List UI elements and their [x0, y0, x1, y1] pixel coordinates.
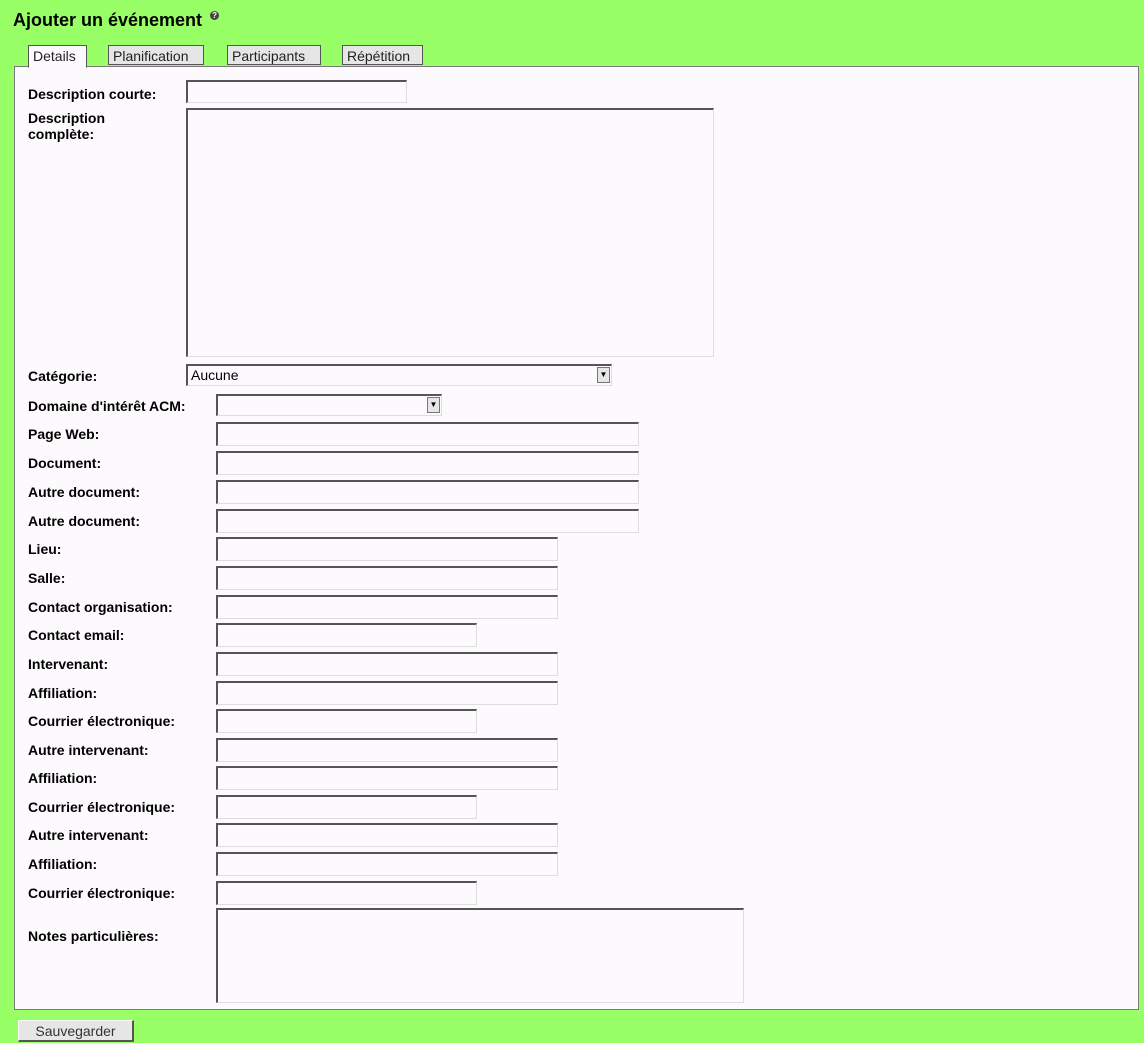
short-description-input[interactable]	[186, 80, 407, 103]
full-description-textarea[interactable]	[186, 108, 714, 357]
category-label: Catégorie:	[28, 368, 98, 384]
full-description-label-line1: Description	[28, 110, 106, 126]
save-button[interactable]: Sauvegarder	[18, 1020, 134, 1042]
category-selected-value: Aucune	[191, 367, 239, 383]
other-document2-input[interactable]	[216, 509, 639, 533]
page-title: Ajouter un événement ?	[13, 10, 220, 31]
contact-email-input[interactable]	[216, 623, 477, 647]
email3-input[interactable]	[216, 881, 477, 905]
other-document-input[interactable]	[216, 480, 639, 504]
contact-email-label: Contact email:	[28, 627, 125, 643]
notes-label: Notes particulières:	[28, 928, 159, 944]
web-page-label: Page Web:	[28, 426, 100, 442]
email-input[interactable]	[216, 709, 477, 733]
tab-details[interactable]: Details	[28, 45, 87, 68]
tab-planification[interactable]: Planification	[108, 45, 204, 65]
affiliation2-input[interactable]	[216, 766, 558, 790]
full-description-label-line2: complète:	[28, 126, 95, 142]
speaker-input[interactable]	[216, 652, 558, 676]
other-document-label: Autre document:	[28, 484, 140, 500]
other-speaker2-input[interactable]	[216, 823, 558, 847]
speaker-label: Intervenant:	[28, 656, 109, 672]
affiliation-label: Affiliation:	[28, 685, 98, 701]
chevron-down-icon: ▼	[597, 367, 610, 383]
affiliation-input[interactable]	[216, 681, 558, 705]
place-input[interactable]	[216, 537, 558, 561]
affiliation3-input[interactable]	[216, 852, 558, 876]
chevron-down-icon: ▼	[427, 397, 440, 413]
email2-label: Courrier électronique:	[28, 799, 176, 815]
room-input[interactable]	[216, 566, 558, 590]
help-icon[interactable]: ?	[210, 11, 220, 20]
other-speaker-label: Autre intervenant:	[28, 742, 149, 758]
room-label: Salle:	[28, 570, 66, 586]
email-label: Courrier électronique:	[28, 713, 176, 729]
tab-repetition[interactable]: Répétition	[342, 45, 423, 65]
contact-org-input[interactable]	[216, 595, 558, 619]
document-label: Document:	[28, 455, 102, 471]
affiliation3-label: Affiliation:	[28, 856, 98, 872]
affiliation2-label: Affiliation:	[28, 770, 98, 786]
notes-textarea[interactable]	[216, 908, 744, 1003]
place-label: Lieu:	[28, 541, 62, 557]
web-page-input[interactable]	[216, 422, 639, 446]
email2-input[interactable]	[216, 795, 477, 819]
email3-label: Courrier électronique:	[28, 885, 176, 901]
domain-select[interactable]: ▼	[216, 394, 442, 416]
other-speaker2-label: Autre intervenant:	[28, 827, 149, 843]
document-input[interactable]	[216, 451, 639, 475]
contact-org-label: Contact organisation:	[28, 599, 173, 615]
category-select[interactable]: Aucune ▼	[186, 364, 612, 386]
short-description-label: Description courte:	[28, 86, 157, 102]
tab-participants[interactable]: Participants	[227, 45, 321, 65]
other-speaker-input[interactable]	[216, 738, 558, 762]
other-document2-label: Autre document:	[28, 513, 140, 529]
page-title-text: Ajouter un événement	[13, 10, 203, 30]
domain-label: Domaine d'intérêt ACM:	[28, 398, 186, 414]
